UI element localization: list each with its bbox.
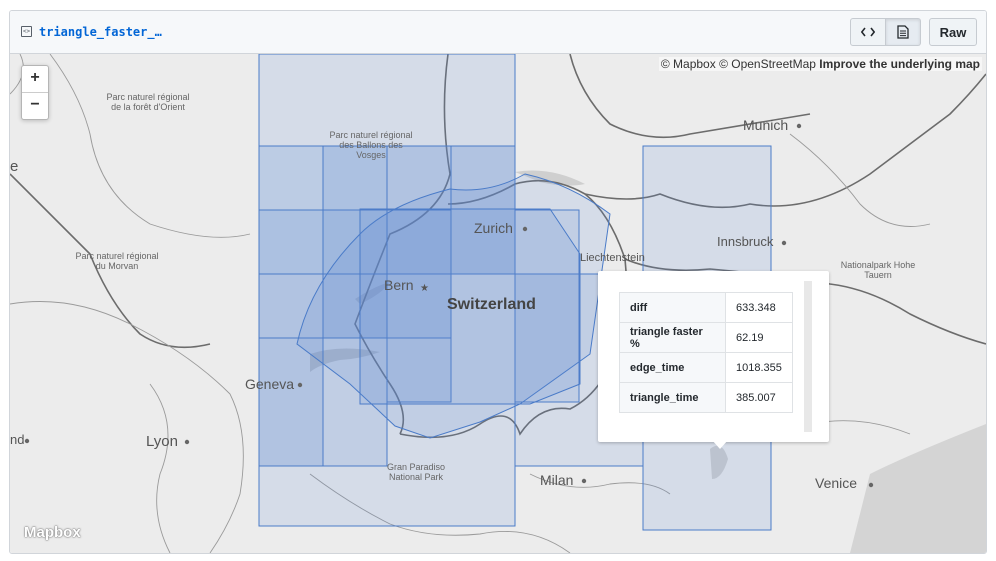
property-key: edge_time bbox=[619, 352, 726, 383]
city-label-partial-e: e bbox=[10, 158, 19, 175]
view-toggle-group bbox=[850, 18, 921, 46]
park-line: Gran Paradiso bbox=[386, 462, 446, 472]
park-line: Parc naturel régional bbox=[106, 92, 190, 102]
city-label-bern: Bern bbox=[384, 277, 414, 293]
attribution-osm[interactable]: © OpenStreetMap bbox=[719, 57, 816, 71]
map-attribution: © Mapbox © OpenStreetMap Improve the und… bbox=[658, 57, 982, 71]
park-label-foret-orient: Parc naturel régional de la forêt d'Orie… bbox=[96, 92, 200, 112]
zoom-out-button[interactable]: − bbox=[22, 93, 48, 119]
property-value: 633.348 bbox=[725, 292, 793, 323]
code-icon bbox=[861, 27, 875, 37]
city-label-partial-nd: nd bbox=[10, 432, 25, 447]
property-value: 385.007 bbox=[725, 382, 793, 413]
file-title[interactable]: triangle_faster_… bbox=[39, 25, 162, 39]
park-label-gran-paradiso: Gran Paradiso National Park bbox=[376, 462, 456, 482]
adriatic-sea bbox=[850, 424, 986, 553]
table-row: diff 633.348 bbox=[619, 292, 793, 323]
park-label-hohe-tauern: Nationalpark Hohe Tauern bbox=[833, 260, 923, 280]
feature-popup: diff 633.348 triangle faster % 62.19 edg… bbox=[598, 271, 829, 442]
park-line: du Morvan bbox=[95, 261, 139, 271]
raw-button[interactable]: Raw bbox=[929, 18, 977, 46]
attribution-improve-link[interactable]: Improve the underlying map bbox=[819, 57, 980, 71]
label-liechtenstein: Liechtenstein bbox=[580, 252, 645, 264]
popup-tip bbox=[712, 440, 728, 449]
city-label-innsbruck: Innsbruck bbox=[717, 234, 774, 249]
file-box: <> triangle_faster_… Raw ★ Munich Innsbr… bbox=[9, 10, 987, 554]
park-label-ballons-vosges: Parc naturel régional des Ballons des Vo… bbox=[318, 130, 424, 160]
park-line: Tauern bbox=[864, 270, 892, 280]
city-label-lyon: Lyon bbox=[146, 433, 178, 450]
table-row: triangle_time 385.007 bbox=[619, 382, 793, 413]
city-label-geneva: Geneva bbox=[245, 376, 295, 392]
file-header: <> triangle_faster_… Raw bbox=[10, 11, 986, 54]
map-canvas[interactable]: ★ Munich Innsbruck Zurich Bern Geneva Ly… bbox=[10, 54, 986, 553]
mapbox-logo[interactable]: Mapbox bbox=[24, 524, 81, 541]
park-line: Vosges bbox=[356, 150, 386, 160]
country-label-switzerland: Switzerland bbox=[447, 296, 536, 313]
rendered-view-button[interactable] bbox=[886, 18, 921, 46]
city-label-munich: Munich bbox=[743, 117, 789, 133]
bern-star: ★ bbox=[420, 283, 429, 294]
park-line: Nationalpark Hohe bbox=[840, 260, 916, 270]
park-line: de la forêt d'Orient bbox=[111, 102, 185, 112]
document-icon bbox=[897, 25, 909, 39]
table-row: edge_time 1018.355 bbox=[619, 352, 793, 383]
park-label-morvan: Parc naturel régional du Morvan bbox=[65, 251, 169, 271]
source-view-button[interactable] bbox=[850, 18, 886, 46]
property-value: 62.19 bbox=[725, 322, 793, 353]
property-key: triangle faster % bbox=[619, 322, 726, 353]
park-line: National Park bbox=[388, 472, 444, 482]
table-row: triangle faster % 62.19 bbox=[619, 322, 793, 353]
park-line: des Ballons des bbox=[339, 140, 403, 150]
city-label-zurich: Zurich bbox=[474, 220, 513, 236]
property-key: triangle_time bbox=[619, 382, 726, 413]
attribution-mapbox[interactable]: © Mapbox bbox=[661, 57, 716, 71]
park-line: Parc naturel régional bbox=[75, 251, 159, 261]
property-value: 1018.355 bbox=[725, 352, 793, 383]
zoom-in-button[interactable]: + bbox=[22, 66, 48, 93]
code-file-icon: <> bbox=[21, 26, 32, 37]
property-key: diff bbox=[619, 292, 726, 323]
park-line: Parc naturel régional bbox=[329, 130, 413, 140]
popup-scrollbar[interactable] bbox=[804, 281, 812, 432]
city-label-milan: Milan bbox=[540, 472, 574, 488]
city-label-venice: Venice bbox=[815, 475, 858, 491]
zoom-control: + − bbox=[21, 65, 49, 120]
properties-table: diff 633.348 triangle faster % 62.19 edg… bbox=[619, 292, 793, 413]
